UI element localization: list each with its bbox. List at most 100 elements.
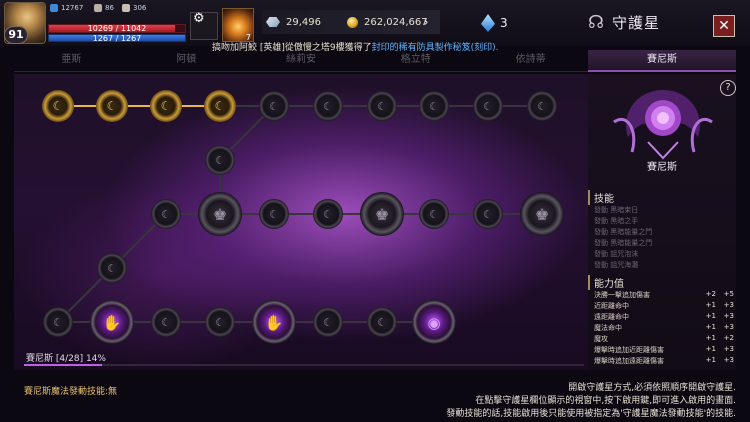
player-level-badge: 91 <box>4 26 28 44</box>
tab-guardian-4[interactable]: 格立特 <box>358 50 474 72</box>
skill-item: 發動 黑暗之手 <box>594 217 639 225</box>
svg-text:☾: ☾ <box>269 208 279 221</box>
connection-lines <box>57 105 542 323</box>
constellation-board: ☾ ☾ ☾ ☾ ☾ ☾ ☾ ☾ ☾ ☾ ☾ ☾ ♚ ☾ ☾ ♚ ☾ ☾ ♚ ☾ … <box>14 74 588 370</box>
svg-text:☾: ☾ <box>107 99 118 113</box>
currency-bar: 29,496 262,024,667 <box>262 10 440 34</box>
node-locked[interactable]: ☾ <box>259 91 289 121</box>
stats-section-title: 能力值 <box>588 275 624 290</box>
help-text-line: 發動技能的話,技能啟用後只能使用被指定為'守護星魔法發動技能'的技能. <box>446 409 736 419</box>
node-locked[interactable]: ☾ <box>97 253 127 283</box>
stat-line: 決勝一擊追加傷害 +2 +5 <box>594 290 734 299</box>
svg-text:☾: ☾ <box>377 100 387 113</box>
node-locked[interactable]: ☾ <box>151 199 181 229</box>
tab-guardian-active[interactable]: 賽尼斯 <box>588 50 736 72</box>
shield-icon <box>50 4 58 12</box>
svg-text:☾: ☾ <box>215 316 225 329</box>
stat-line: 遠距離命中 +1 +3 <box>594 312 734 321</box>
settings-slot[interactable]: ⚙ <box>190 11 218 40</box>
guardian-info-panel: ? 賽尼斯 技能 發動 黑暗束日 發動 黑暗之手 發動 黑暗能量之門 發動 黑暗… <box>588 74 736 370</box>
help-text-line: 在點擊守護星欄位顯示的視窗中,按下啟用鍵,即可進入啟用的畫面. <box>475 396 736 406</box>
node-locked[interactable]: ☾ <box>419 199 449 229</box>
svg-text:☾: ☾ <box>215 99 226 113</box>
currency-expand-button[interactable]: › <box>418 12 434 32</box>
guardian-name: 賽尼斯 <box>647 162 677 173</box>
stat-line: 近距離命中 +1 +3 <box>594 301 734 310</box>
svg-text:☾: ☾ <box>53 99 64 113</box>
svg-text:☾: ☾ <box>483 100 493 113</box>
tab-guardian-2[interactable]: 阿頓 <box>128 50 244 72</box>
node-activated[interactable]: ☾ <box>42 90 74 122</box>
tab-guardian-5[interactable]: 依詩蒂 <box>473 50 588 72</box>
stat-line: 魔攻 +1 +2 <box>594 334 734 343</box>
node-locked[interactable]: ☾ <box>419 91 449 121</box>
gear-icon: ⚙ <box>193 11 205 26</box>
help-text-line: 開啟守護星方式,必須依照順序開啟守護星. <box>568 383 736 393</box>
svg-text:☾: ☾ <box>323 208 333 221</box>
node-locked[interactable]: ☾ <box>527 91 557 121</box>
skill-item: 發動 詛咒泡沫 <box>594 250 639 258</box>
node-locked[interactable]: ☾ <box>151 307 181 337</box>
progress-bar <box>24 364 584 366</box>
svg-text:☾: ☾ <box>161 208 171 221</box>
skills-section-title: 技能 <box>588 190 614 205</box>
key-icon <box>94 4 102 12</box>
stat-line: 魔法命中 +1 +3 <box>594 323 734 332</box>
node-locked[interactable]: ☾ <box>313 307 343 337</box>
svg-text:☾: ☾ <box>215 154 225 167</box>
guardian-tabs: 亜斯 阿頓 絲莉安 格立特 依詩蒂 <box>14 50 588 72</box>
help-button[interactable]: ? <box>720 80 736 96</box>
node-magic-skill[interactable]: ◉ <box>412 300 456 344</box>
svg-text:♚: ♚ <box>375 205 389 224</box>
gold-coin-icon <box>347 16 358 28</box>
node-skill-locked[interactable]: ♚ <box>198 192 242 236</box>
potion-slot[interactable]: 7 <box>222 8 254 42</box>
node-magic-skill[interactable]: ✋ <box>252 300 296 344</box>
node-locked[interactable]: ☾ <box>205 145 235 175</box>
node-locked[interactable]: ☾ <box>367 91 397 121</box>
node-activated[interactable]: ☾ <box>204 90 236 122</box>
diamond-icon <box>266 17 280 27</box>
blue-gem-icon <box>481 14 495 32</box>
node-locked[interactable]: ☾ <box>205 307 235 337</box>
svg-text:☾: ☾ <box>323 100 333 113</box>
stat-line: 爆擊時追加近距離傷害 +1 +3 <box>594 345 734 354</box>
svg-text:☾: ☾ <box>269 100 279 113</box>
hp-text: 10269 / 11042 <box>87 24 147 33</box>
progress-label: 賽尼斯 [4/28] 14% <box>26 354 106 364</box>
svg-text:☾: ☾ <box>161 99 172 113</box>
node-locked[interactable]: ☾ <box>313 199 343 229</box>
node-locked[interactable]: ☾ <box>473 91 503 121</box>
svg-text:☾: ☾ <box>323 316 333 329</box>
svg-text:☾: ☾ <box>429 100 439 113</box>
svg-text:☾: ☾ <box>429 208 439 221</box>
svg-text:☾: ☾ <box>107 262 117 275</box>
node-locked[interactable]: ☾ <box>313 91 343 121</box>
node-activated[interactable]: ☾ <box>96 90 128 122</box>
stat-line: 爆擊時追加遠距離傷害 +1 +3 <box>594 356 734 365</box>
mp-text: 1267 / 1267 <box>92 34 142 43</box>
node-activated[interactable]: ☾ <box>150 90 182 122</box>
tab-guardian-1[interactable]: 亜斯 <box>14 50 129 72</box>
window-title: 守護星 <box>612 14 661 32</box>
guardian-star-icon: ☊ <box>588 12 604 33</box>
node-locked[interactable]: ☾ <box>473 199 503 229</box>
node-locked[interactable]: ☾ <box>259 199 289 229</box>
node-skill-locked[interactable]: ♚ <box>520 192 564 236</box>
node-magic-skill[interactable]: ✋ <box>90 300 134 344</box>
diamond-amount: 29,496 <box>286 16 321 28</box>
tab-guardian-3[interactable]: 絲莉安 <box>243 50 359 72</box>
svg-text:☾: ☾ <box>483 208 493 221</box>
node-skill-locked[interactable]: ♚ <box>360 192 404 236</box>
close-button[interactable]: ✕ <box>713 15 735 37</box>
progress-fill <box>24 364 103 366</box>
combat-power: 12767 <box>50 4 83 12</box>
skill-item: 發動 黑暗能量之門 <box>594 239 653 247</box>
svg-text:◉: ◉ <box>427 314 440 332</box>
svg-text:♚: ♚ <box>213 205 227 224</box>
node-locked[interactable]: ☾ <box>43 307 73 337</box>
skill-item: 發動 詛咒海灘 <box>594 261 639 269</box>
magic-skill-status: 賽尼斯魔法發動技能:無 <box>24 387 118 397</box>
node-locked[interactable]: ☾ <box>367 307 397 337</box>
hp-bar: 10269 / 11042 <box>48 24 186 33</box>
